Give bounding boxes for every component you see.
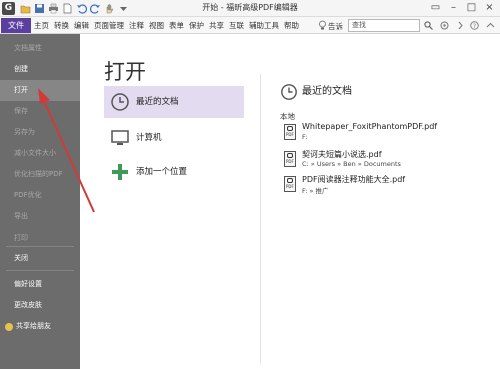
ribbon-tab[interactable]: 保护: [189, 20, 204, 31]
tell-me-label[interactable]: 告诉: [328, 21, 343, 32]
backstage-nav: 文档属性创建 打开保存另存为减小文件大小 优化扫描的PDF PDF优化导出打印关闭偏好…: [0, 34, 80, 369]
pdf-file-icon: PDF: [284, 176, 296, 192]
minimize-button[interactable]: –: [446, 1, 461, 15]
nav-item[interactable]: 偏好设置: [0, 274, 80, 295]
nav-item: 打印: [14, 234, 28, 242]
help-icon[interactable]: ?: [470, 21, 479, 30]
ribbon-tab[interactable]: 视图: [149, 20, 164, 31]
ribbon-tab[interactable]: 注释: [129, 20, 144, 31]
expand-icon[interactable]: [456, 21, 465, 30]
maximize-button[interactable]: □: [464, 1, 479, 15]
ribbon-tab[interactable]: 编辑: [74, 20, 89, 31]
ribbon-tab[interactable]: 主页: [34, 20, 49, 31]
nav-divider: [6, 270, 74, 271]
restore-ribbon-button[interactable]: ▭: [428, 1, 443, 15]
nav-item: 保存: [14, 107, 28, 115]
search-input[interactable]: 查找: [348, 19, 420, 32]
plus-icon: [112, 164, 128, 180]
option-computer[interactable]: 计算机: [104, 122, 244, 154]
nav-item: PDF优化: [14, 191, 42, 199]
file-path: F:: [302, 133, 308, 141]
ribbon-menu-bar: 文件 主页 转换 编辑 页面管理 注释 视图 表单 保护 共享 互联 辅助工具 帮助 告诉 查找 ?: [0, 17, 500, 34]
window-title: 开始 - 福昕高级PDF编辑器: [202, 3, 298, 12]
nav-item[interactable]: 打开: [0, 80, 80, 101]
ribbon-tab[interactable]: 共享: [209, 20, 224, 31]
close-button[interactable]: ×: [482, 1, 497, 15]
file-name: Whitepaper_FoxitPhantomPDF.pdf: [302, 122, 438, 131]
panel-divider: [260, 74, 261, 364]
share-icon: [5, 323, 13, 331]
option-recent-documents[interactable]: 最近的文档: [104, 86, 244, 118]
settings-icon[interactable]: [440, 21, 449, 30]
ribbon-tab[interactable]: 辅助工具: [249, 20, 279, 31]
recent-file-item[interactable]: PDF PDF阅读器注释功能大全.pdf F: » 推广: [284, 174, 494, 198]
ribbon-tabs: 主页 转换 编辑 页面管理 注释 视图 表单 保护 共享 互联 辅助工具 帮助: [34, 17, 304, 34]
ribbon-tab[interactable]: 互联: [229, 20, 244, 31]
nav-item[interactable]: 关闭: [0, 248, 80, 269]
clock-icon: [281, 84, 297, 100]
file-path: F: » 推广: [302, 187, 329, 195]
ribbon-tab[interactable]: 页面管理: [94, 20, 124, 31]
pdf-file-icon: PDF: [284, 124, 296, 140]
ribbon-tab[interactable]: 转换: [54, 20, 69, 31]
file-path: C: » Users » Ben » Documents: [302, 160, 401, 168]
pdf-file-icon: PDF: [284, 151, 296, 167]
nav-item: 优化扫描的PDF: [14, 170, 63, 178]
option-label: 添加一个位置: [136, 167, 188, 177]
collapse-ribbon-icon[interactable]: [486, 21, 495, 30]
file-name: 契诃夫短篇小说选.pdf: [302, 150, 382, 159]
open-panel: 打开 最近的文档 计算机 添加一个位置 最近的文档 本地 PDF Whitepa…: [80, 34, 500, 369]
recent-file-item[interactable]: PDF Whitepaper_FoxitPhantomPDF.pdf F:: [284, 122, 494, 146]
nav-item: 减小文件大小: [14, 149, 56, 157]
nav-item[interactable]: 创建: [0, 59, 80, 80]
ribbon-tab[interactable]: 表单: [169, 20, 184, 31]
local-section-label: 本地: [280, 112, 295, 121]
nav-item: 导出: [14, 212, 28, 220]
ribbon-tab[interactable]: 帮助: [284, 20, 299, 31]
page-title: 打开: [104, 60, 146, 84]
recent-file-item[interactable]: PDF 契诃夫短篇小说选.pdf C: » Users » Ben » Docu…: [284, 149, 494, 173]
title-bar: G 开始 - 福昕高级PDF编辑器 ▭ – □ ×: [0, 0, 500, 17]
file-name: PDF阅读器注释功能大全.pdf: [302, 175, 406, 184]
nav-item: 另存为: [14, 128, 35, 136]
search-icon[interactable]: [424, 21, 433, 30]
option-label: 最近的文档: [136, 97, 179, 107]
lightbulb-icon[interactable]: [318, 20, 327, 31]
tab-file[interactable]: 文件: [1, 18, 31, 33]
computer-icon: [111, 130, 129, 145]
option-add-location[interactable]: 添加一个位置: [104, 156, 244, 188]
recent-documents-title: 最近的文档: [302, 86, 352, 97]
svg-text:?: ?: [473, 23, 476, 30]
nav-item: 文档属性: [14, 44, 42, 52]
option-label: 计算机: [136, 133, 162, 143]
clock-icon: [111, 93, 129, 111]
nav-item[interactable]: 更改皮肤: [0, 295, 80, 316]
